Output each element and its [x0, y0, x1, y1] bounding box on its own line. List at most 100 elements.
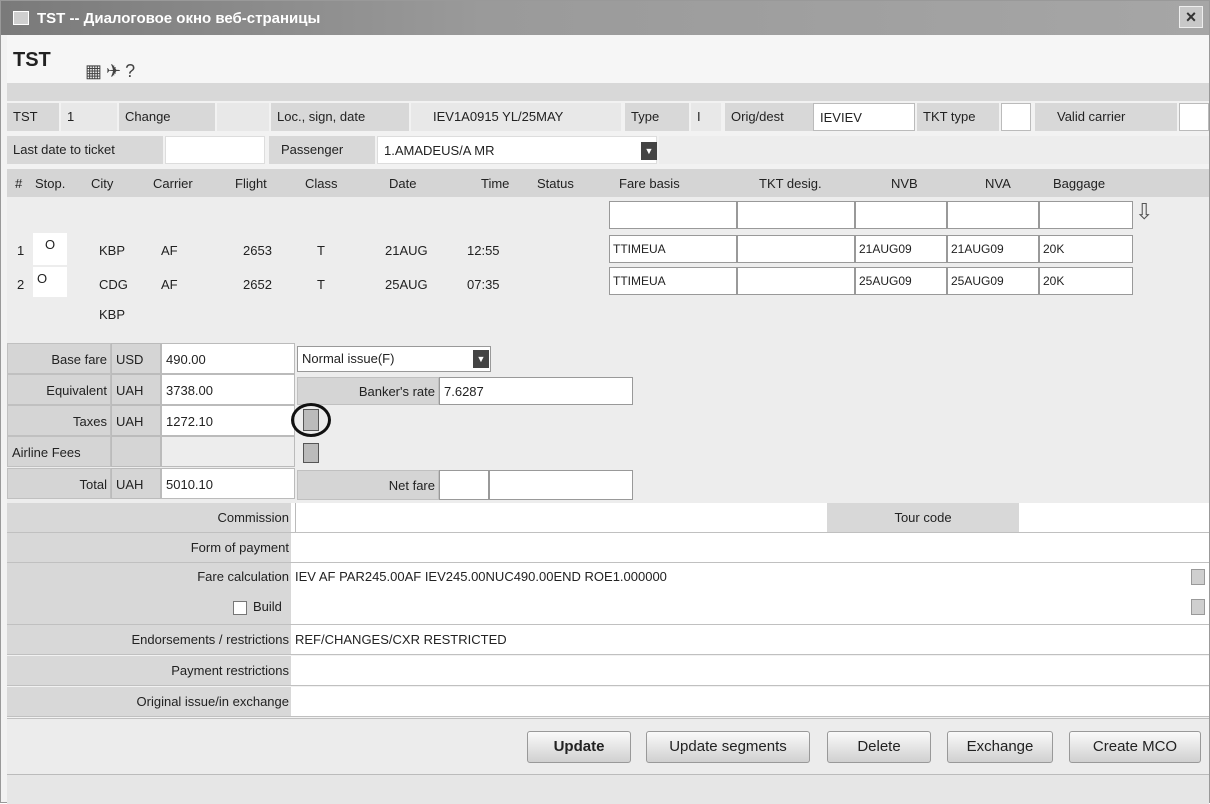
tkt-desig-input-blank[interactable] [737, 201, 855, 229]
type-label: Type [625, 103, 689, 131]
original-issue-label: Original issue/in exchange [7, 687, 291, 716]
equivalent-currency: UAH [111, 374, 161, 405]
type-value: I [691, 103, 721, 131]
tst-dialog-window: TST -- Диалоговое окно веб-страницы × TS… [0, 0, 1210, 804]
payment-restrictions-field[interactable] [295, 656, 1205, 685]
update-button[interactable]: Update [527, 731, 631, 763]
seg1-carrier: AF [161, 243, 178, 258]
seg1-fare-basis[interactable]: TTIMEUA [609, 235, 737, 263]
valid-carrier-field[interactable] [1179, 103, 1209, 131]
nva-input-blank[interactable] [947, 201, 1039, 229]
total-currency: UAH [111, 468, 161, 499]
taxes-currency: UAH [111, 405, 161, 436]
seg1-nvb[interactable]: 21AUG09 [855, 235, 947, 263]
bankers-rate-label: Banker's rate [297, 377, 439, 405]
total-field[interactable]: 5010.10 [161, 468, 295, 499]
arrow-down-icon[interactable]: ⇩ [1135, 199, 1153, 225]
origdest-label: Orig/dest [725, 103, 813, 131]
tour-code-label: Tour code [827, 503, 1019, 532]
fare-calculation-field[interactable]: IEV AF PAR245.00AF IEV245.00NUC490.00END… [295, 563, 667, 591]
col-carrier: Carrier [153, 176, 193, 191]
nvb-input-blank[interactable] [855, 201, 947, 229]
update-segments-button[interactable]: Update segments [646, 731, 810, 763]
col-status: Status [537, 176, 574, 191]
seg1-flight: 2653 [243, 243, 272, 258]
payment-restrictions-label: Payment restrictions [7, 656, 291, 685]
airline-fees-field[interactable] [161, 436, 295, 467]
taxes-details-icon[interactable] [303, 409, 319, 431]
commission-field[interactable] [295, 503, 825, 532]
col-class: Class [305, 176, 338, 191]
fare-basis-input-blank[interactable] [609, 201, 737, 229]
seg2-flight: 2652 [243, 277, 272, 292]
header-strip [7, 83, 1209, 101]
seg1-stop: O [45, 237, 56, 252]
taxes-label: Taxes [7, 405, 111, 436]
tkt-type-label: TKT type [917, 103, 999, 131]
bankers-rate-field[interactable]: 7.6287 [439, 377, 633, 405]
total-label: Total [7, 468, 111, 499]
seg2-stop: O [37, 271, 48, 286]
original-issue-field[interactable] [295, 687, 1205, 716]
save-icon[interactable]: ▦ [85, 61, 102, 82]
equivalent-field[interactable]: 3738.00 [161, 374, 295, 405]
tst-header: TST ▦ ✈ ? [7, 35, 1209, 101]
loc-label: Loc., sign, date [271, 103, 409, 131]
taxes-field[interactable]: 1272.10 [161, 405, 295, 436]
seg2-fare-basis[interactable]: TTIMEUA [609, 267, 737, 295]
original-issue-row: Original issue/in exchange [7, 687, 1209, 717]
help-icon[interactable]: ? [125, 61, 135, 82]
seg1-num: 1 [17, 243, 25, 258]
seg2-tkt-desig[interactable] [737, 267, 855, 295]
scroll-up-icon[interactable] [1191, 569, 1205, 585]
last-date-label: Last date to ticket [7, 136, 163, 164]
airline-fees-label: Airline Fees [7, 436, 111, 467]
fare-calculation-label: Fare calculation [7, 563, 291, 624]
scroll-down-icon[interactable] [1191, 599, 1205, 615]
print-icon[interactable]: ✈ [106, 61, 121, 82]
form-of-payment-row: Form of payment [7, 533, 1209, 563]
airline-fees-details-icon[interactable] [303, 443, 319, 463]
seg1-class: T [317, 243, 325, 258]
seg2-baggage[interactable]: 20K [1039, 267, 1133, 295]
net-fare-label: Net fare [297, 470, 439, 500]
issue-type-select[interactable]: Normal issue(F) [297, 346, 491, 372]
endorsements-field[interactable]: REF/CHANGES/CXR RESTRICTED [295, 625, 507, 654]
chevron-down-icon[interactable]: ▼ [641, 142, 657, 160]
col-date: Date [389, 176, 417, 191]
seg2-nva[interactable]: 25AUG09 [947, 267, 1039, 295]
airline-fees-currency [111, 436, 161, 467]
commission-row: Commission Tour code [7, 503, 1209, 533]
build-checkbox[interactable] [233, 601, 247, 615]
close-button[interactable]: × [1179, 6, 1203, 28]
baggage-input-blank[interactable] [1039, 201, 1133, 229]
chevron-down-icon[interactable]: ▼ [473, 350, 489, 368]
origdest-field[interactable]: IEVIEV [813, 103, 915, 131]
form-of-payment-field[interactable] [295, 533, 1205, 562]
seg2-city: CDG [99, 277, 128, 292]
tst-number: 1 [61, 103, 117, 131]
endorsements-row: Endorsements / restrictions REF/CHANGES/… [7, 625, 1209, 655]
page-title: TST [13, 49, 51, 71]
delete-button[interactable]: Delete [827, 731, 931, 763]
change-value [217, 103, 269, 131]
seg1-nva[interactable]: 21AUG09 [947, 235, 1039, 263]
base-fare-field[interactable]: 490.00 [161, 343, 295, 374]
fare-calculation-row: Fare calculation IEV AF PAR245.00AF IEV2… [7, 563, 1209, 625]
seg1-tkt-desig[interactable] [737, 235, 855, 263]
net-fare-field[interactable] [489, 470, 633, 500]
exchange-button[interactable]: Exchange [947, 731, 1053, 763]
seg1-baggage[interactable]: 20K [1039, 235, 1133, 263]
col-city: City [91, 176, 114, 191]
create-mco-button[interactable]: Create MCO [1069, 731, 1201, 763]
passenger-select[interactable]: 1.AMADEUS/A MR [377, 136, 657, 164]
col-nvb: NVB [891, 176, 918, 191]
net-fare-currency[interactable] [439, 470, 489, 500]
last-date-field[interactable] [165, 136, 265, 164]
tkt-type-field[interactable] [1001, 103, 1031, 131]
tour-code-field[interactable] [1019, 503, 1209, 532]
segments-area: ⇩ 1 O KBP AF 2653 T 21AUG 12:55 TTIMEUA … [7, 197, 1209, 343]
last-city: KBP [99, 307, 126, 322]
commission-label: Commission [7, 503, 291, 532]
seg2-nvb[interactable]: 25AUG09 [855, 267, 947, 295]
